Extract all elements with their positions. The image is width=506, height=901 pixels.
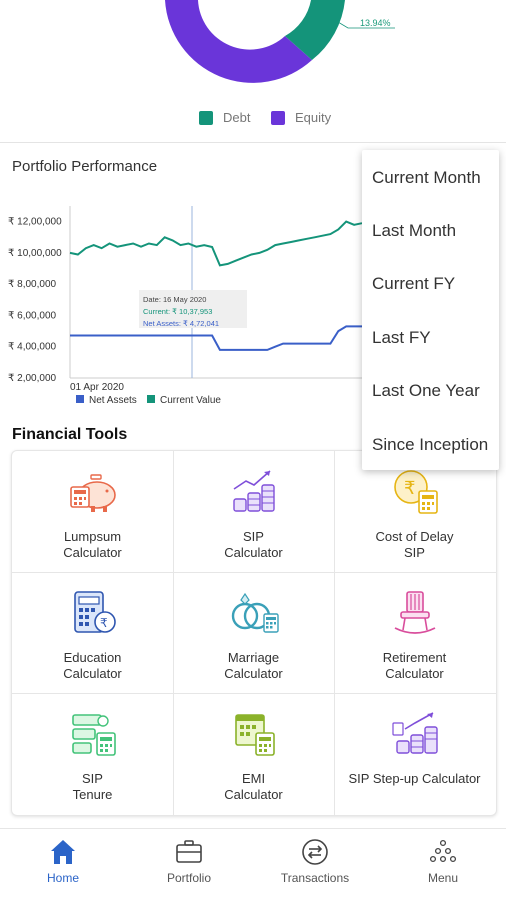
menu-item-last-one-year[interactable]: Last One Year xyxy=(372,381,480,401)
menu-item-last-month[interactable]: Last Month xyxy=(372,221,456,241)
tool-education-calculator[interactable]: ₹ Education Calculator xyxy=(12,572,173,693)
calendar-calculator-icon xyxy=(234,714,275,756)
tool-label: SIP Step-up Calculator xyxy=(348,771,481,786)
tool-label: Retirement Calculator xyxy=(382,650,447,681)
rocking-chair-icon xyxy=(394,591,435,634)
series-current-value-line xyxy=(69,220,363,267)
allocation-donut xyxy=(165,0,395,83)
tool-sip-calculator[interactable]: SIP Calculator xyxy=(173,451,334,572)
donut-equity-segment xyxy=(165,0,312,83)
legend-net-assets-label: Net Assets xyxy=(89,395,137,406)
menu-item-current-fy[interactable]: Current FY xyxy=(372,274,455,294)
legend-current-value-label: Current Value xyxy=(160,395,221,406)
tool-label: SIP Tenure xyxy=(72,771,113,802)
section-divider xyxy=(0,142,506,143)
nav-home-label: Home xyxy=(46,871,79,885)
nav-transactions[interactable]: Transactions xyxy=(252,829,378,901)
tool-label: Cost of Delay SIP xyxy=(375,529,454,560)
svg-text:₹: ₹ xyxy=(100,616,108,630)
bottom-navigation: Home Portfolio Transactions Menu xyxy=(0,828,506,901)
nav-home[interactable]: Home xyxy=(0,829,126,901)
y-tick-label: ₹ 10,00,000 xyxy=(8,248,62,259)
tool-marriage-calculator[interactable]: Marriage Calculator xyxy=(173,572,334,693)
tool-retirement-calculator[interactable]: Retirement Calculator xyxy=(334,572,495,693)
period-dropdown-menu: Current Month Last Month Current FY Last… xyxy=(362,150,499,470)
rupee-coin-calculator-icon: ₹ xyxy=(393,470,438,514)
legend-current-value-swatch xyxy=(147,395,155,403)
piggy-bank-icon xyxy=(69,474,116,512)
series-net-assets-line xyxy=(70,325,362,351)
tool-label: Marriage Calculator xyxy=(224,650,283,681)
tooltip-current: Current: ₹ 10,37,953 xyxy=(143,307,212,316)
nav-portfolio[interactable]: Portfolio xyxy=(126,829,252,901)
donut-percent-label: 13.94% xyxy=(360,18,391,28)
svg-text:₹: ₹ xyxy=(404,478,415,498)
home-icon xyxy=(51,840,75,864)
tooltip-net-assets: Net Assets: ₹ 4,72,041 xyxy=(143,319,219,328)
step-up-coins-icon xyxy=(391,712,438,754)
tool-emi-calculator[interactable]: EMI Calculator xyxy=(173,693,334,814)
y-tick-label: ₹ 8,00,000 xyxy=(8,279,57,290)
tool-label: Education Calculator xyxy=(63,650,122,681)
legend-equity: Equity xyxy=(271,110,331,125)
financial-tools-heading: Financial Tools xyxy=(12,426,128,443)
tool-label: SIP Calculator xyxy=(224,529,283,560)
tooltip-date: Date: 16 May 2020 xyxy=(143,295,206,304)
sip-tenure-icon xyxy=(71,714,116,756)
briefcase-icon xyxy=(176,840,202,863)
legend-net-assets-swatch xyxy=(76,395,84,403)
y-tick-label: ₹ 6,00,000 xyxy=(8,310,57,321)
nav-menu[interactable]: Menu xyxy=(380,829,506,901)
tool-sip-step-up-calculator[interactable]: SIP Step-up Calculator xyxy=(334,693,495,814)
calculator-rupee-icon: ₹ xyxy=(73,591,116,633)
debt-swatch xyxy=(199,110,213,125)
legend-debt: Debt xyxy=(199,110,250,125)
allocation-legend: Debt Equity xyxy=(0,110,506,126)
transfer-icon xyxy=(302,839,328,865)
y-tick-label: ₹ 2,00,000 xyxy=(8,373,57,384)
tool-label: EMI Calculator xyxy=(224,771,283,802)
coins-growth-icon xyxy=(232,470,275,512)
legend-equity-label: Equity xyxy=(295,110,332,125)
rings-icon xyxy=(231,592,279,633)
nav-transactions-label: Transactions xyxy=(280,871,350,885)
nav-menu-label: Menu xyxy=(427,871,459,885)
tool-label: Lumpsum Calculator xyxy=(63,529,122,560)
y-tick-label: ₹ 12,00,000 xyxy=(8,217,62,228)
nav-portfolio-label: Portfolio xyxy=(166,871,212,885)
y-tick-label: ₹ 4,00,000 xyxy=(8,342,57,353)
legend-debt-label: Debt xyxy=(223,110,251,125)
menu-item-current-month[interactable]: Current Month xyxy=(372,168,481,188)
tool-lumpsum-calculator[interactable]: Lumpsum Calculator xyxy=(12,451,173,572)
menu-dots-icon xyxy=(429,839,457,863)
menu-item-since-inception[interactable]: Since Inception xyxy=(372,435,488,455)
equity-swatch xyxy=(271,110,285,125)
menu-item-last-fy[interactable]: Last FY xyxy=(372,328,431,348)
allocation-section: 13.94% Debt Equity xyxy=(0,0,506,140)
tool-sip-tenure[interactable]: SIP Tenure xyxy=(12,693,173,814)
x-start-label: 01 Apr 2020 xyxy=(70,382,124,393)
financial-tools-grid: Lumpsum Calculator SIP Calculator ₹ Cost o… xyxy=(11,450,497,816)
